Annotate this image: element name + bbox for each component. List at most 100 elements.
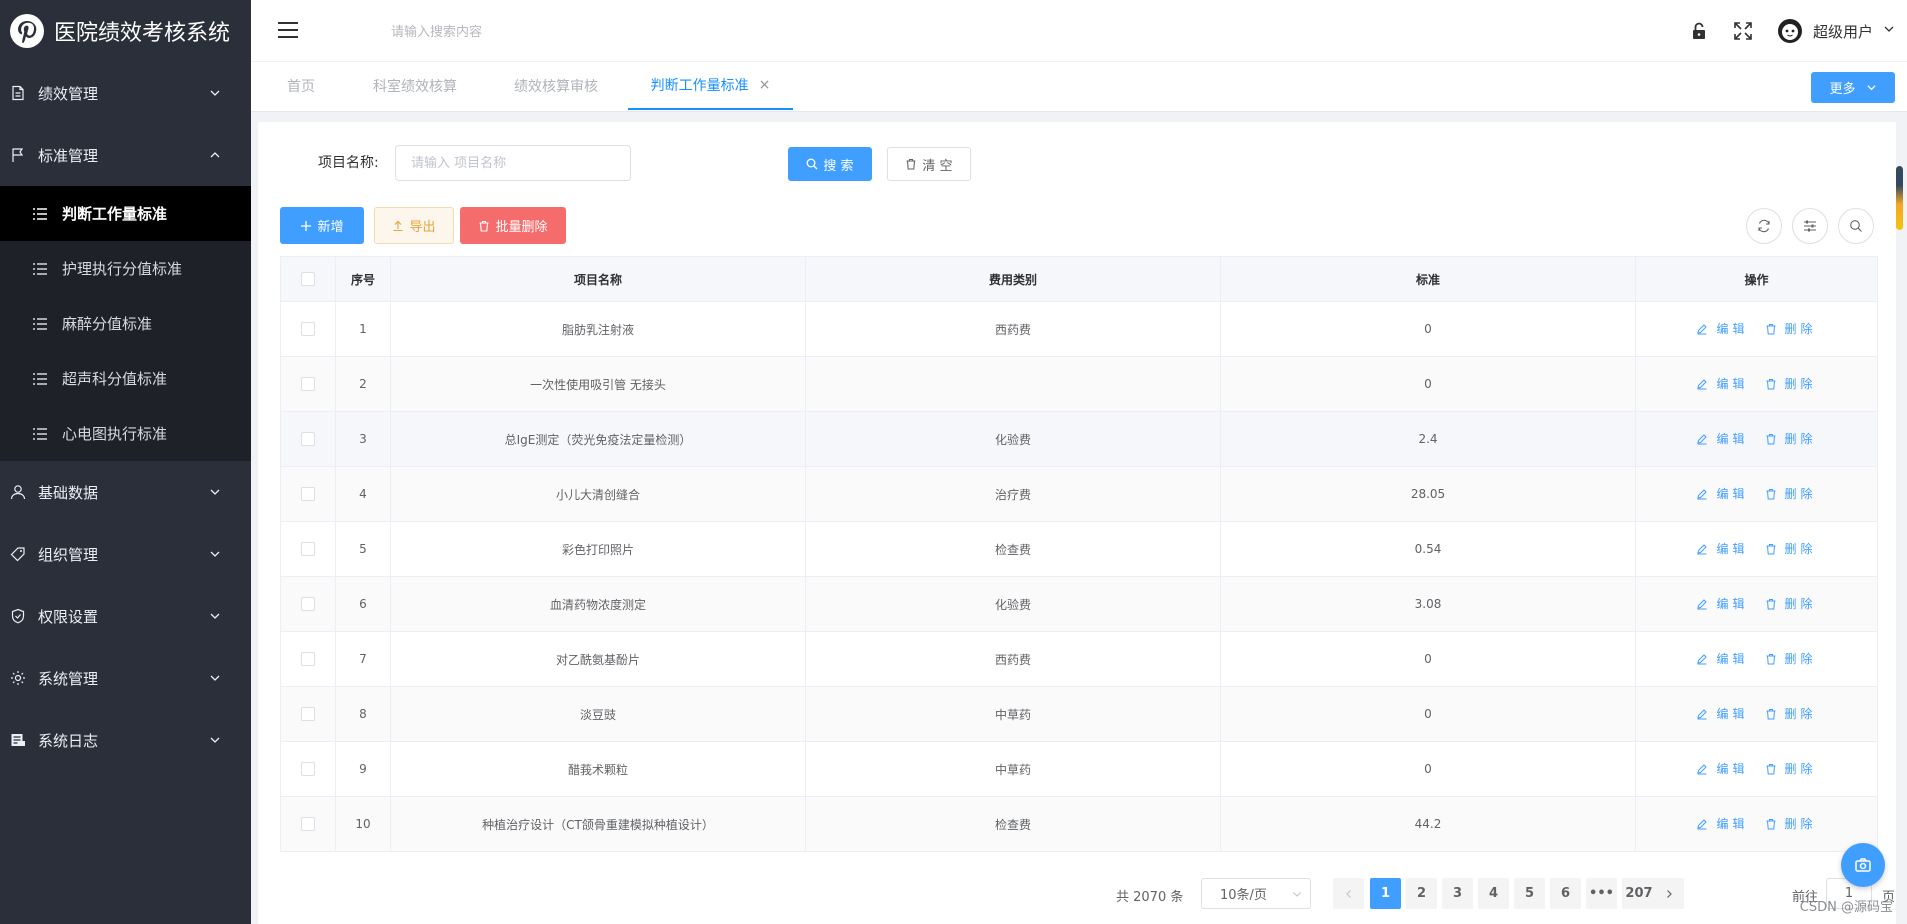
- sidebar-subitem-workload-standard[interactable]: 判断工作量标准: [0, 186, 251, 241]
- edit-button[interactable]: 编辑: [1696, 815, 1748, 832]
- tab-home[interactable]: 首页: [281, 62, 321, 110]
- pinterest-logo-icon: [10, 14, 44, 48]
- delete-button[interactable]: 删除: [1765, 595, 1817, 612]
- page-button[interactable]: 4: [1478, 878, 1509, 909]
- bulk-delete-button[interactable]: 批量删除: [460, 207, 566, 244]
- refresh-button[interactable]: [1746, 208, 1782, 244]
- sidebar-subitem-ecg-standard[interactable]: 心电图执行标准: [0, 406, 251, 461]
- tab-workload-standard[interactable]: 判断工作量标准 ×: [628, 62, 793, 110]
- cell-standard: 0: [1220, 631, 1636, 687]
- clear-button[interactable]: 清 空: [887, 147, 971, 181]
- delete-button[interactable]: 删除: [1765, 485, 1817, 502]
- sidebar-item-basic-data[interactable]: 基础数据: [0, 461, 251, 523]
- row-checkbox[interactable]: [301, 322, 315, 337]
- row-checkbox[interactable]: [301, 542, 315, 557]
- edit-button[interactable]: 编辑: [1696, 540, 1748, 557]
- edit-button[interactable]: 编辑: [1696, 320, 1748, 337]
- table-row[interactable]: 7 对乙酰氨基酚片 西药费 0 编辑 删除: [280, 631, 1878, 687]
- lock-icon[interactable]: [1689, 21, 1709, 41]
- hamburger-menu-icon[interactable]: [277, 20, 299, 40]
- table-row[interactable]: 8 淡豆豉 中草药 0 编辑 删除: [280, 686, 1878, 742]
- row-checkbox[interactable]: [301, 597, 315, 612]
- table-row[interactable]: 3 总IgE测定（荧光免疫法定量检测） 化验费 2.4 编辑 删除: [280, 411, 1878, 467]
- row-checkbox[interactable]: [301, 377, 315, 392]
- row-checkbox[interactable]: [301, 432, 315, 447]
- cell-actions: 编辑 删除: [1635, 411, 1878, 467]
- edit-button[interactable]: 编辑: [1696, 485, 1748, 502]
- edit-button[interactable]: 编辑: [1696, 705, 1748, 722]
- sidebar-subitem-ultrasound-standard[interactable]: 超声科分值标准: [0, 351, 251, 406]
- page-size-select[interactable]: 10条/页: [1201, 878, 1311, 909]
- avatar[interactable]: [1776, 18, 1803, 44]
- page-button[interactable]: 6: [1550, 878, 1581, 909]
- row-checkbox[interactable]: [301, 487, 315, 502]
- toggle-search-button[interactable]: [1838, 208, 1874, 244]
- chevron-down-icon[interactable]: [1883, 23, 1895, 39]
- page-ellipsis[interactable]: •••: [1586, 878, 1617, 909]
- edit-button[interactable]: 编辑: [1696, 595, 1748, 612]
- sidebar-item-standards[interactable]: 标准管理: [0, 124, 251, 186]
- column-settings-button[interactable]: [1792, 208, 1828, 244]
- edit-button[interactable]: 编辑: [1696, 430, 1748, 447]
- delete-button[interactable]: 删除: [1765, 430, 1817, 447]
- edit-button[interactable]: 编辑: [1696, 760, 1748, 777]
- row-checkbox[interactable]: [301, 707, 315, 722]
- tab-performance-review[interactable]: 绩效核算审核: [506, 62, 606, 110]
- delete-button[interactable]: 删除: [1765, 760, 1817, 777]
- row-checkbox[interactable]: [301, 817, 315, 832]
- fullscreen-icon[interactable]: [1733, 21, 1753, 41]
- global-search-input[interactable]: [391, 20, 691, 44]
- close-icon[interactable]: ×: [759, 77, 771, 93]
- select-all-checkbox[interactable]: [301, 272, 315, 287]
- row-checkbox[interactable]: [301, 762, 315, 777]
- edit-icon: [1697, 434, 1708, 445]
- table-row[interactable]: 6 血清药物浓度测定 化验费 3.08 编辑 删除: [280, 576, 1878, 632]
- user-name[interactable]: 超级用户: [1813, 21, 1873, 42]
- table-row[interactable]: 2 一次性使用吸引管 无接头 0 编辑 删除: [280, 356, 1878, 412]
- app-logo[interactable]: 医院绩效考核系统: [0, 0, 251, 62]
- user-icon: [10, 484, 26, 500]
- table-row[interactable]: 1 脂肪乳注射液 西药费 0 编辑 删除: [280, 301, 1878, 357]
- next-page-button[interactable]: [1653, 878, 1684, 909]
- delete-button[interactable]: 删除: [1765, 540, 1817, 557]
- screenshot-button[interactable]: [1841, 843, 1885, 887]
- sidebar-item-organization[interactable]: 组织管理: [0, 523, 251, 585]
- search-button[interactable]: 搜 索: [788, 147, 872, 181]
- page-button[interactable]: 1: [1370, 878, 1401, 909]
- scrollbar-thumb[interactable]: [1896, 166, 1903, 230]
- edit-button[interactable]: 编辑: [1696, 375, 1748, 392]
- sidebar-subitem-anesthesia-standard[interactable]: 麻醉分值标准: [0, 296, 251, 351]
- sidebar-item-system[interactable]: 系统管理: [0, 647, 251, 709]
- delete-button[interactable]: 删除: [1765, 375, 1817, 392]
- page-button[interactable]: 5: [1514, 878, 1545, 909]
- row-checkbox[interactable]: [301, 652, 315, 667]
- trash-icon: [1766, 653, 1775, 665]
- trash-icon: [1766, 708, 1775, 720]
- add-button[interactable]: 新增: [280, 207, 364, 244]
- sidebar-item-logs[interactable]: 系统日志: [0, 709, 251, 771]
- row-select-cell: [280, 686, 336, 742]
- delete-button[interactable]: 删除: [1765, 815, 1817, 832]
- table-row[interactable]: 10 种植治疗设计（CT颌骨重建模拟种植设计） 检查费 44.2 编辑 删除: [280, 796, 1878, 852]
- more-tabs-button[interactable]: 更多: [1811, 72, 1895, 103]
- row-select-cell: [280, 576, 336, 632]
- page-button[interactable]: 2: [1406, 878, 1437, 909]
- page-button[interactable]: 3: [1442, 878, 1473, 909]
- page-button[interactable]: 207: [1622, 878, 1656, 909]
- sidebar-item-performance[interactable]: 绩效管理: [0, 62, 251, 124]
- delete-button[interactable]: 删除: [1765, 320, 1817, 337]
- sidebar-subitem-nursing-standard[interactable]: 护理执行分值标准: [0, 241, 251, 296]
- delete-button[interactable]: 删除: [1765, 705, 1817, 722]
- delete-button[interactable]: 删除: [1765, 650, 1817, 667]
- export-button[interactable]: 导出: [374, 207, 454, 244]
- prev-page-button[interactable]: [1333, 878, 1364, 909]
- table-row[interactable]: 9 醋莪术颗粒 中草药 0 编辑 删除: [280, 741, 1878, 797]
- cell-actions: 编辑 删除: [1635, 631, 1878, 687]
- edit-button[interactable]: 编辑: [1696, 650, 1748, 667]
- tab-dept-performance[interactable]: 科室绩效核算: [365, 62, 465, 110]
- project-name-input[interactable]: [395, 145, 631, 181]
- table-row[interactable]: 5 彩色打印照片 检查费 0.54 编辑 删除: [280, 521, 1878, 577]
- sidebar-item-permissions[interactable]: 权限设置: [0, 585, 251, 647]
- cell-no: 3: [335, 411, 391, 467]
- table-row[interactable]: 4 小儿大清创缝合 治疗费 28.05 编辑 删除: [280, 466, 1878, 522]
